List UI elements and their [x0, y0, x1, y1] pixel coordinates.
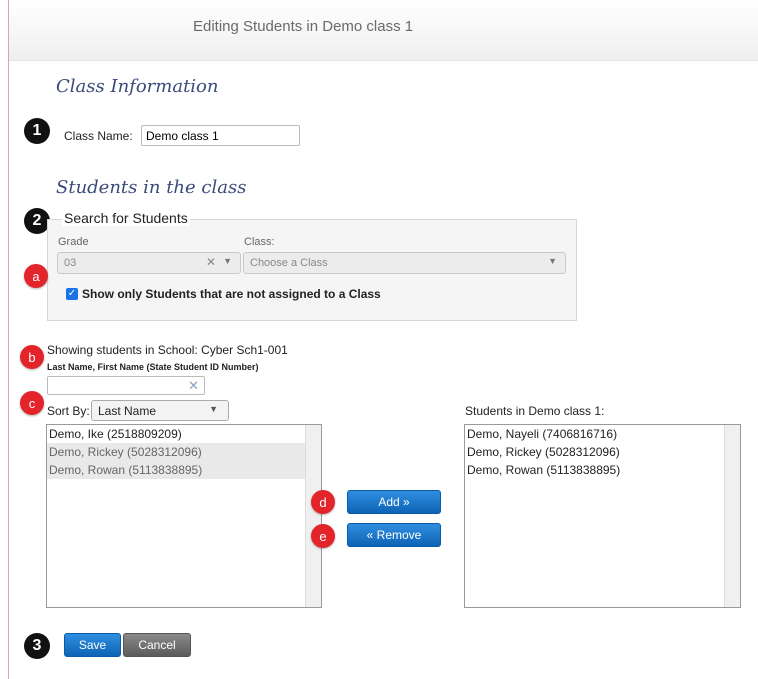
scrollbar[interactable] [305, 425, 321, 607]
save-button[interactable]: Save [64, 633, 121, 657]
class-placeholder: Choose a Class [250, 257, 328, 269]
sort-by-label: Sort By: [47, 404, 90, 418]
chevron-down-icon: ▼ [209, 404, 218, 414]
list-item[interactable]: Demo, Nayeli (7406816716) [465, 425, 740, 443]
student-search-input[interactable]: ✕ [47, 376, 205, 395]
step-marker-3: 3 [24, 633, 50, 659]
grade-value: 03 [64, 257, 77, 269]
clear-icon[interactable]: ✕ [206, 255, 216, 269]
marker-e: e [311, 524, 335, 548]
list-item[interactable]: Demo, Ike (2518809209) [47, 425, 321, 443]
grade-select[interactable]: 03 ✕ ▼ [57, 252, 241, 274]
students-heading: Students in the class [56, 177, 247, 198]
sort-by-select[interactable]: Last Name ▼ [91, 400, 229, 421]
dialog-title: Editing Students in Demo class 1 [193, 18, 414, 35]
marker-c: c [20, 391, 44, 415]
search-legend: Search for Students [62, 210, 190, 226]
class-students-list[interactable]: Demo, Nayeli (7406816716) Demo, Rickey (… [464, 424, 741, 608]
marker-d: d [311, 490, 335, 514]
chevron-down-icon: ▼ [223, 256, 232, 266]
unassigned-checkbox[interactable]: ✓ [66, 288, 78, 300]
class-info-heading: Class Information [56, 76, 219, 97]
marker-b: b [20, 345, 44, 369]
class-label: Class: [244, 236, 275, 248]
cancel-button[interactable]: Cancel [123, 633, 191, 657]
list-item[interactable]: Demo, Rickey (5028312096) [47, 443, 321, 461]
grade-label: Grade [58, 236, 89, 248]
clear-search-icon[interactable]: ✕ [188, 378, 199, 394]
list-item[interactable]: Demo, Rowan (5113838895) [47, 461, 321, 479]
class-students-heading: Students in Demo class 1: [465, 404, 605, 418]
scrollbar[interactable] [724, 425, 740, 607]
list-item[interactable]: Demo, Rickey (5028312096) [465, 443, 740, 461]
name-search-hint: Last Name, First Name (State Student ID … [47, 362, 259, 372]
dialog-titlebar: Editing Students in Demo class 1 [9, 0, 758, 61]
unassigned-checkbox-label: Show only Students that are not assigned… [82, 287, 381, 301]
list-item[interactable]: Demo, Rowan (5113838895) [465, 461, 740, 479]
add-button[interactable]: Add » [347, 490, 441, 514]
showing-students-text: Showing students in School: Cyber Sch1-0… [47, 343, 288, 357]
chevron-down-icon: ▼ [548, 256, 557, 266]
step-marker-1: 1 [24, 118, 50, 144]
remove-button[interactable]: « Remove [347, 523, 441, 547]
sort-by-value: Last Name [98, 404, 157, 418]
marker-a: a [24, 264, 48, 288]
available-students-list[interactable]: Demo, Ike (2518809209) Demo, Rickey (502… [46, 424, 322, 608]
class-select[interactable]: Choose a Class ▼ [243, 252, 566, 274]
class-name-label: Class Name: [64, 129, 133, 143]
class-name-input[interactable] [141, 125, 300, 146]
